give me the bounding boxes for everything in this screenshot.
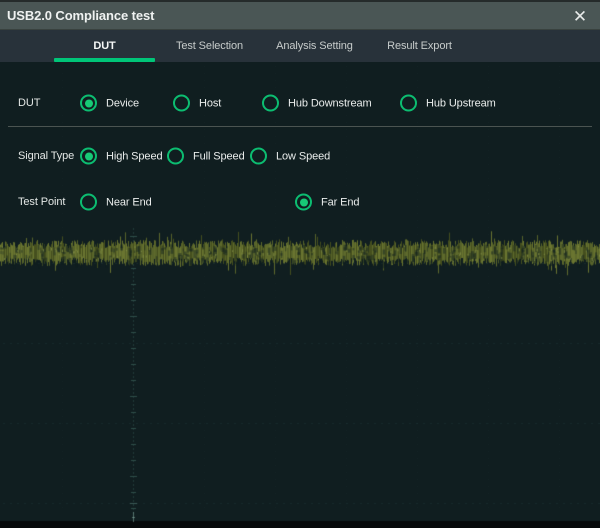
row-test-point: Test Point Near End Far End xyxy=(0,186,600,218)
radio-circle-icon xyxy=(173,95,190,112)
radio-option-hub-upstream[interactable]: Hub Upstream xyxy=(400,95,496,112)
radio-dot xyxy=(85,152,93,160)
radio-label: Full Speed xyxy=(193,150,245,162)
radio-circle-icon xyxy=(80,95,97,112)
tab-result-export[interactable]: Result Export xyxy=(367,30,472,62)
radio-option-far-end[interactable]: Far End xyxy=(295,194,359,211)
radio-circle-icon xyxy=(400,95,417,112)
tab-label: DUT xyxy=(93,40,115,52)
radio-label: Hub Upstream xyxy=(426,97,496,109)
close-button[interactable]: ✕ xyxy=(568,5,592,27)
radio-option-hub-downstream[interactable]: Hub Downstream xyxy=(262,95,372,112)
radio-option-low-speed[interactable]: Low Speed xyxy=(250,148,330,165)
close-icon: ✕ xyxy=(573,8,587,25)
compliance-test-dialog: USB2.0 Compliance test ✕ DUT Test Selecti… xyxy=(0,0,600,528)
radio-circle-icon xyxy=(80,148,97,165)
radio-option-host[interactable]: Host xyxy=(173,95,221,112)
row-signal-type: Signal Type High Speed Full Speed Low Speed xyxy=(0,140,600,172)
radio-option-high-speed[interactable]: High Speed xyxy=(80,148,163,165)
radio-label: Device xyxy=(106,97,139,109)
row-label: Test Point xyxy=(18,196,65,208)
tab-bar: DUT Test Selection Analysis Setting Result … xyxy=(0,30,600,62)
radio-label: Host xyxy=(199,97,221,109)
row-label: Signal Type xyxy=(18,150,74,162)
radio-label: High Speed xyxy=(106,150,163,162)
radio-label: Near End xyxy=(106,196,152,208)
tab-label: Result Export xyxy=(387,40,452,52)
tab-dut[interactable]: DUT xyxy=(52,30,157,62)
tab-analysis-setting[interactable]: Analysis Setting xyxy=(262,30,367,62)
tab-label: Test Selection xyxy=(176,40,243,52)
radio-option-device[interactable]: Device xyxy=(80,95,139,112)
window-titlebar: USB2.0 Compliance test ✕ xyxy=(0,2,600,30)
tab-label: Analysis Setting xyxy=(276,40,353,52)
radio-label: Hub Downstream xyxy=(288,97,372,109)
radio-circle-icon xyxy=(262,95,279,112)
section-divider xyxy=(8,126,592,127)
radio-circle-icon xyxy=(80,194,97,211)
radio-circle-icon xyxy=(167,148,184,165)
window-title: USB2.0 Compliance test xyxy=(0,8,154,23)
radio-option-near-end[interactable]: Near End xyxy=(80,194,152,211)
row-label: DUT xyxy=(18,97,40,109)
radio-dot xyxy=(300,198,308,206)
row-dut: DUT Device Host Hub Downstream Hub Upstream xyxy=(0,87,600,119)
radio-label: Low Speed xyxy=(276,150,330,162)
radio-dot xyxy=(85,99,93,107)
radio-circle-icon xyxy=(250,148,267,165)
waveform-display xyxy=(0,62,600,528)
radio-option-full-speed[interactable]: Full Speed xyxy=(167,148,245,165)
radio-label: Far End xyxy=(321,196,359,208)
radio-circle-icon xyxy=(295,194,312,211)
tab-test-selection[interactable]: Test Selection xyxy=(157,30,262,62)
